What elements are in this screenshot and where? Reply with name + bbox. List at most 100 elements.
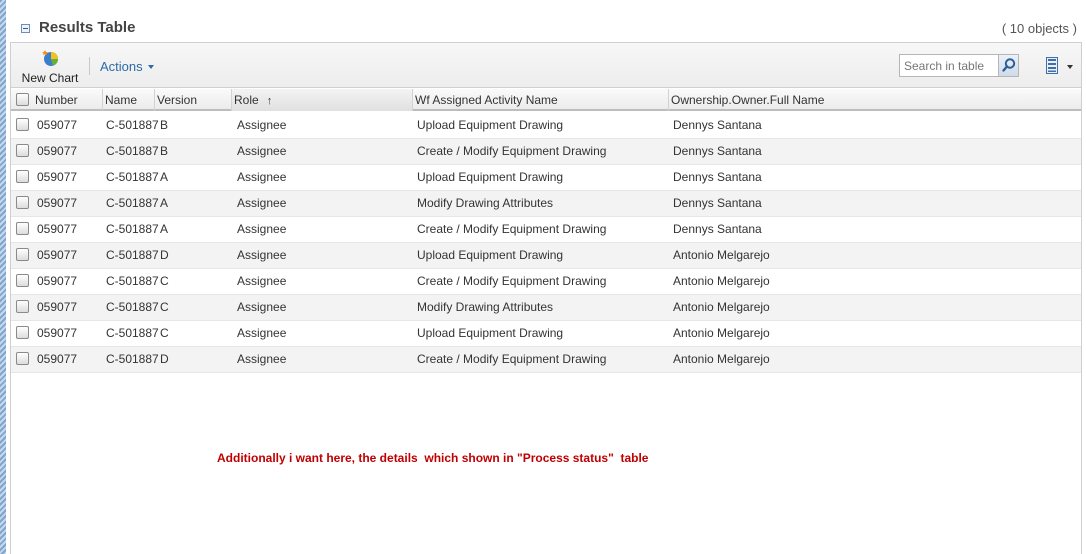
cell-name: C-501887 [106,196,159,210]
cell-name: C-501887 [106,248,159,262]
row-checkbox[interactable] [16,170,29,183]
table-row[interactable]: 059077 C-501887 D Assignee Create / Modify E… [11,347,1081,373]
cell-activity: Create / Modify Equipment Drawing [417,144,607,158]
row-checkbox[interactable] [16,248,29,261]
new-chart-button[interactable]: New Chart [15,47,85,85]
row-checkbox[interactable] [16,352,29,365]
cell-number: 059077 [37,170,78,184]
row-checkbox[interactable] [16,222,29,235]
cell-version: B [160,144,169,158]
cell-activity: Modify Drawing Attributes [417,300,554,314]
cell-owner: Dennys Santana [673,170,762,184]
column-header-label: Role [234,93,259,107]
table-toolbar: New Chart Actions [11,43,1081,88]
cell-role: Assignee [237,274,287,288]
table-row[interactable]: 059077 C-501887 B Assignee Create / Modify E… [11,139,1081,165]
row-checkbox[interactable] [16,196,29,209]
table-row[interactable]: 059077 C-501887 A Assignee Create / Modify E… [11,217,1081,243]
cell-owner: Antonio Melgarejo [673,352,770,366]
row-checkbox[interactable] [16,274,29,287]
cell-owner: Dennys Santana [673,196,762,210]
cell-role: Assignee [237,118,287,132]
sort-ascending-icon: ↑ [266,95,273,107]
table-row[interactable]: 059077 C-501887 C Assignee Create / Modify E… [11,269,1081,295]
column-header-activity[interactable]: Wf Assigned Activity Name [413,89,669,111]
column-header-label: Ownership.Owner.Full Name [671,93,825,107]
column-header-owner[interactable]: Ownership.Owner.Full Name [669,89,1081,111]
cell-activity: Upload Equipment Drawing [417,170,564,184]
search-button[interactable] [998,55,1018,76]
cell-role: Assignee [237,300,287,314]
table-row[interactable]: 059077 C-501887 B Assignee Upload Equipment … [11,113,1081,139]
row-checkbox[interactable] [16,118,29,131]
cell-role: Assignee [237,326,287,340]
cell-version: C [160,326,169,340]
cell-role: Assignee [237,352,287,366]
actions-label: Actions [100,59,143,74]
cell-version: C [160,300,169,314]
cell-number: 059077 [37,300,78,314]
row-checkbox[interactable] [16,300,29,313]
cell-owner: Dennys Santana [673,118,762,132]
actions-menu[interactable]: Actions [100,59,154,74]
cell-activity: Upload Equipment Drawing [417,326,564,340]
magnifier-icon [1002,58,1016,72]
collapse-icon[interactable] [21,24,30,33]
table-row[interactable]: 059077 C-501887 D Assignee Upload Equipment … [11,243,1081,269]
cell-role: Assignee [237,170,287,184]
cell-role: Assignee [237,222,287,236]
cell-owner: Dennys Santana [673,222,762,236]
pie-chart-icon [42,50,58,66]
cell-owner: Antonio Melgarejo [673,274,770,288]
table-row[interactable]: 059077 C-501887 C Assignee Upload Equipment … [11,321,1081,347]
chevron-down-icon [147,64,154,69]
cell-version: A [160,222,169,236]
table-row[interactable]: 059077 C-501887 A Assignee Upload Equipment … [11,165,1081,191]
cell-name: C-501887 [106,352,159,366]
cell-activity: Upload Equipment Drawing [417,118,564,132]
cell-number: 059077 [37,118,78,132]
cell-number: 059077 [37,222,78,236]
cell-name: C-501887 [106,274,159,288]
cell-name: C-501887 [106,222,159,236]
column-header-role[interactable]: Role ↑ [232,89,413,111]
select-all-checkbox[interactable] [16,93,29,106]
cell-name: C-501887 [106,170,159,184]
cell-name: C-501887 [106,144,159,158]
search-input[interactable] [900,55,996,76]
cell-owner: Antonio Melgarejo [673,300,770,314]
cell-number: 059077 [37,352,78,366]
column-header-name[interactable]: Name [103,89,155,111]
column-header-number[interactable]: Number [33,89,103,111]
cell-number: 059077 [37,248,78,262]
cell-activity: Create / Modify Equipment Drawing [417,274,607,288]
table-row[interactable]: 059077 C-501887 C Assignee Modify Drawing At… [11,295,1081,321]
cell-number: 059077 [37,326,78,340]
column-header-label: Wf Assigned Activity Name [415,93,558,107]
cell-version: C [160,274,169,288]
panel-header: Results Table ( 10 objects ) [10,14,1086,42]
cell-version: B [160,118,169,132]
cell-owner: Antonio Melgarejo [673,326,770,340]
new-chart-label: New Chart [21,71,79,85]
cell-version: D [160,248,169,262]
search-box [899,54,1019,77]
toolbar-separator [89,57,90,75]
row-checkbox[interactable] [16,326,29,339]
row-checkbox[interactable] [16,144,29,157]
cell-number: 059077 [37,196,78,210]
cell-activity: Create / Modify Equipment Drawing [417,352,607,366]
cell-number: 059077 [37,274,78,288]
cell-name: C-501887 [106,118,159,132]
cell-name: C-501887 [106,300,159,314]
column-header-version[interactable]: Version [155,89,232,111]
column-header-label: Version [157,93,198,107]
annotation-note: Additionally i want here, the details wh… [217,451,649,465]
cell-version: A [160,170,169,184]
table-header: Number Name Version Role ↑ Wf Assigned Ac… [11,89,1081,111]
columns-icon[interactable] [1046,57,1058,74]
cell-owner: Antonio Melgarejo [673,248,770,262]
table-row[interactable]: 059077 C-501887 A Assignee Modify Drawing At… [11,191,1081,217]
cell-role: Assignee [237,144,287,158]
column-menu-chevron-icon[interactable] [1067,65,1073,69]
